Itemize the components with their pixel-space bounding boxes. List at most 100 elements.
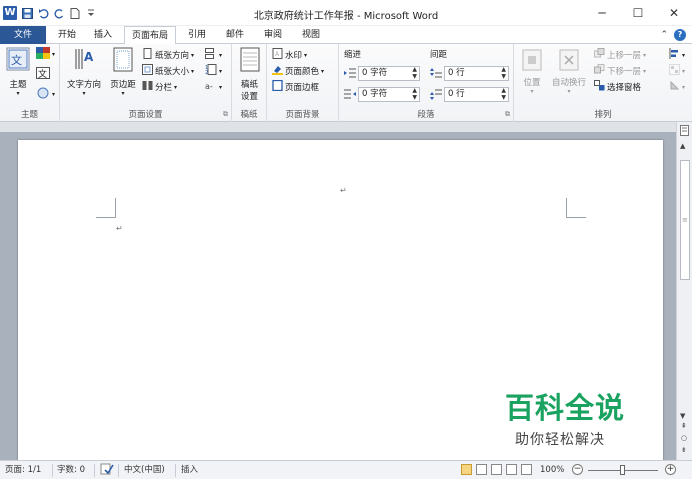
site-watermark: 百科全说 助你轻松解决 <box>505 385 655 449</box>
help-icon[interactable]: ? <box>674 29 686 41</box>
svg-text:文: 文 <box>38 68 47 79</box>
tab-view[interactable]: 视图 <box>296 26 326 44</box>
print-layout-view-icon[interactable] <box>461 464 472 475</box>
group-themes: 文 主题 ▾ ▾ 文 ▾ 主题 <box>0 44 60 122</box>
browse-object-icon[interactable]: ○ <box>681 434 687 442</box>
next-page-icon[interactable]: ⇟ <box>681 446 687 454</box>
selection-pane-button[interactable]: 选择窗格 <box>594 80 642 95</box>
zoom-level[interactable]: 100% <box>540 464 564 477</box>
page-color-button[interactable]: 页面颜色 ▾ <box>272 65 324 79</box>
spacing-before-field[interactable]: 0 行 ▲ ▼ <box>444 66 509 81</box>
scroll-thumb[interactable]: ≡ <box>680 160 690 280</box>
theme-fonts-button[interactable]: 文 <box>36 66 50 82</box>
line-numbers-button[interactable]: 12 ▾ <box>205 64 222 79</box>
page-count[interactable]: 页面: 1/1 <box>5 464 41 477</box>
spacing-after-field[interactable]: 0 行 ▲ ▼ <box>444 87 509 102</box>
watermark-subtitle: 助你轻松解决 <box>515 432 605 448</box>
tab-review[interactable]: 审阅 <box>258 26 288 44</box>
tab-mailings[interactable]: 邮件 <box>220 26 250 44</box>
position-icon <box>518 49 546 74</box>
group-page-background-label: 页面背景 <box>285 110 320 120</box>
close-button[interactable]: ✕ <box>656 0 692 26</box>
zoom-slider-thumb[interactable] <box>620 465 625 475</box>
wrap-text-button[interactable]: 自动换行 ▾ <box>548 49 590 95</box>
page-size-button[interactable]: 纸张大小 ▾ <box>142 64 194 79</box>
ribbon-tabs: 文件 开始 插入 页面布局 引用 邮件 审阅 视图 ⌃ ? <box>0 26 692 45</box>
themes-label: 主题 <box>9 80 27 90</box>
columns-button[interactable]: 分栏 ▾ <box>142 81 177 95</box>
crop-mark-top-left <box>96 198 116 218</box>
orientation-button[interactable]: 纸张方向 ▾ <box>142 48 194 63</box>
columns-icon <box>142 80 153 96</box>
columns-label: 分栏 <box>155 83 173 93</box>
draft-view-icon[interactable] <box>521 464 532 475</box>
tab-insert[interactable]: 插入 <box>88 26 118 44</box>
body-paragraph-mark: ↵ <box>116 224 123 233</box>
page-color-icon <box>272 64 283 80</box>
ruler-toggle-icon[interactable] <box>680 125 689 139</box>
zoom-out-icon[interactable]: − <box>572 464 583 475</box>
breaks-button[interactable]: ▾ <box>205 48 222 63</box>
margins-button[interactable]: 页边距 ▾ <box>106 47 140 97</box>
page-borders-button[interactable]: 页面边框 <box>272 79 319 95</box>
tab-references[interactable]: 引用 <box>182 26 212 44</box>
header-paragraph-mark: ↵ <box>340 186 347 195</box>
send-backward-button[interactable]: 下移一层 ▾ <box>594 64 646 79</box>
spacing-heading: 间距 <box>430 50 448 60</box>
spacing-before-spin-icon[interactable]: ▲ ▼ <box>501 66 506 80</box>
zoom-in-icon[interactable]: + <box>665 464 676 475</box>
word-count[interactable]: 字数: 0 <box>57 464 85 477</box>
wrap-text-dropdown-icon: ▾ <box>567 88 571 95</box>
scroll-up-icon[interactable]: ▲ <box>680 142 685 150</box>
bring-forward-button[interactable]: 上移一层 ▾ <box>594 48 646 63</box>
spacing-after-icon <box>430 89 442 103</box>
watermark-button[interactable]: A 水印 ▾ <box>272 48 307 63</box>
language-indicator[interactable]: 中文(中国) <box>124 464 165 477</box>
indent-left-field[interactable]: 0 字符 ▲ ▼ <box>358 66 420 81</box>
align-button[interactable]: ▾ <box>669 48 685 63</box>
previous-page-icon[interactable]: ⇞ <box>681 422 687 430</box>
indent-right-icon <box>344 89 356 103</box>
selection-pane-label: 选择窗格 <box>607 83 642 93</box>
vertical-scrollbar[interactable]: ▲ ≡ ▼ ⇞ ○ ⇟ <box>676 122 692 460</box>
text-direction-button[interactable]: A 文字方向 ▾ <box>64 47 104 97</box>
maximize-button[interactable]: ☐ <box>620 0 656 26</box>
tab-home[interactable]: 开始 <box>52 26 82 44</box>
group-paragraph: 缩进 间距 0 字符 ▲ ▼ 0 字符 ▲ ▼ 0 行 ▲ ▼ 0 行 ▲ ▼ 段落 ⧉ <box>339 44 514 122</box>
minimize-button[interactable]: ─ <box>584 0 620 26</box>
hyphenation-button[interactable]: a- ▾ <box>205 81 222 95</box>
scroll-down-icon[interactable]: ▼ <box>680 412 685 420</box>
manuscript-setup-button[interactable]: 稿纸 设置 <box>234 47 265 102</box>
full-screen-reading-view-icon[interactable] <box>476 464 487 475</box>
text-direction-icon: A <box>64 47 104 76</box>
web-layout-view-icon[interactable] <box>491 464 502 475</box>
page-size-label: 纸张大小 <box>155 67 190 77</box>
margins-dropdown-icon: ▾ <box>121 90 125 97</box>
indent-right-spin-icon[interactable]: ▲ ▼ <box>412 87 417 101</box>
status-divider <box>94 464 95 477</box>
theme-colors-button[interactable]: ▾ <box>36 46 55 62</box>
tab-file[interactable]: 文件 <box>0 26 46 44</box>
margins-icon <box>106 47 140 76</box>
tab-page-layout[interactable]: 页面布局 <box>124 26 176 45</box>
indent-left-spin-icon[interactable]: ▲ ▼ <box>412 66 417 80</box>
insert-mode-indicator[interactable]: 插入 <box>181 464 198 477</box>
themes-button[interactable]: 文 主题 ▾ <box>3 47 33 97</box>
page-setup-launcher-icon[interactable]: ⧉ <box>223 110 228 119</box>
group-objects-button[interactable]: ▾ <box>669 64 685 79</box>
outline-view-icon[interactable] <box>506 464 517 475</box>
theme-effects-button[interactable]: ▾ <box>36 87 55 102</box>
watermark-title: 百科全说 <box>505 391 626 425</box>
spacing-after-spin-icon[interactable]: ▲ ▼ <box>501 87 506 101</box>
text-direction-dropdown-icon: ▾ <box>82 90 86 97</box>
indent-right-field[interactable]: 0 字符 ▲ ▼ <box>358 87 420 102</box>
position-button[interactable]: 位置 ▾ <box>518 49 546 95</box>
paragraph-launcher-icon[interactable]: ⧉ <box>505 110 510 119</box>
proofing-icon[interactable] <box>100 463 114 476</box>
collapse-ribbon-icon[interactable]: ⌃ <box>660 30 668 40</box>
svg-text:a-: a- <box>205 82 213 91</box>
status-divider <box>175 464 176 477</box>
svg-text:A: A <box>84 50 94 64</box>
wrap-text-label: 自动换行 <box>551 78 586 88</box>
rotate-button[interactable]: ▾ <box>669 80 685 95</box>
